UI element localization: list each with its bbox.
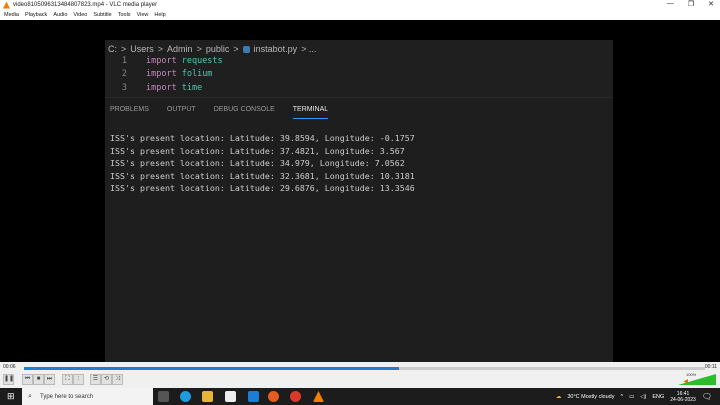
total-time: 00:11 [704, 364, 717, 370]
windows-start-icon[interactable]: ⊞ [7, 391, 15, 402]
volume-slider[interactable]: 100% [678, 372, 716, 385]
pause-button[interactable]: ❚❚ [3, 374, 14, 385]
line-number: 2 [121, 69, 127, 80]
tab-problems[interactable]: PROBLEMS [110, 106, 149, 124]
code-line: 1 import requests [105, 54, 613, 68]
notifications-icon[interactable]: 🗨 [702, 392, 712, 401]
minimize-button[interactable]: — [667, 0, 674, 8]
weather-text[interactable]: 30°C Mostly cloudy [567, 394, 614, 400]
terminal-line: ISS's present location: Latitude: 37.482… [110, 145, 405, 156]
window-title: video8105096313484807823.mp4 - VLC media… [13, 2, 158, 8]
firefox-icon[interactable] [268, 391, 279, 402]
search-placeholder: Type here to search [40, 393, 94, 400]
keyword: import [146, 55, 177, 66]
code-line: 2 import folium [105, 68, 613, 82]
terminal-line: ISS's present location: Latitude: 29.687… [110, 183, 415, 193]
language-indicator[interactable]: ENG [652, 394, 664, 400]
panel-tabs: PROBLEMS OUTPUT DEBUG CONSOLE TERMINAL [105, 98, 613, 124]
shuffle-button[interactable]: ⤨ [112, 374, 123, 385]
elapsed-time: 00:06 [3, 364, 16, 370]
next-button[interactable]: ⏭ [44, 374, 55, 385]
tab-output[interactable]: OUTPUT [167, 106, 196, 124]
crumb-public: public [205, 44, 230, 54]
line-number: 3 [121, 82, 127, 93]
crumb-tail: > ... [301, 44, 317, 54]
volume-tray-icon[interactable]: ◁) [640, 394, 646, 400]
file-explorer-icon[interactable] [202, 391, 213, 402]
video-area[interactable]: C: > Users > Admin > public > instabot.p… [0, 20, 720, 382]
module: folium [181, 69, 213, 80]
terminal-line: ISS's present location: Latitude: 34.979… [110, 158, 405, 168]
menu-playback[interactable]: Playback [25, 12, 47, 18]
crumb-sep: > [121, 44, 127, 54]
menu-tools[interactable]: Tools [118, 12, 131, 18]
crumb-sep: > [233, 44, 239, 54]
code-line: 3 import time [105, 81, 613, 95]
seek-fill [24, 367, 399, 370]
maximize-button[interactable]: ❐ [688, 0, 694, 8]
edge-icon[interactable] [180, 391, 191, 402]
crumb-admin: Admin [167, 44, 193, 54]
taskbar-search[interactable]: ⌕ Type here to search [22, 388, 153, 405]
search-icon: ⌕ [28, 392, 32, 400]
crumb-file: instabot.py [253, 44, 298, 54]
menu-audio[interactable]: Audio [53, 12, 67, 18]
loop-button[interactable]: ⟲ [101, 374, 112, 385]
tray-chevron-icon[interactable]: ^ [620, 394, 623, 400]
taskbar: ⊞ ⌕ Type here to search ☁ 30°C Mostly clo… [0, 388, 720, 405]
vlc-taskbar-icon[interactable] [313, 391, 324, 402]
mail-icon[interactable] [248, 391, 259, 402]
terminal-line: ISS's present location: Latitude: 39.859… [110, 133, 415, 143]
stop-button[interactable]: ■ [33, 374, 44, 385]
editor: C: > Users > Admin > public > instabot.p… [105, 40, 613, 98]
crumb-sep: > [196, 44, 202, 54]
tab-terminal[interactable]: TERMINAL [292, 106, 329, 119]
previous-button[interactable]: ⏮ [22, 374, 33, 385]
playlist-button[interactable]: ☰ [90, 374, 101, 385]
fullscreen-button[interactable]: ⛶ [62, 374, 73, 385]
close-button[interactable]: ✕ [708, 0, 714, 8]
menu-video[interactable]: Video [73, 12, 87, 18]
module: requests [181, 55, 223, 66]
network-icon[interactable]: ▭ [629, 394, 634, 400]
menu-help[interactable]: Help [154, 12, 165, 18]
seek-bar[interactable] [24, 367, 705, 370]
player-controls: 00:06 00:11 ❚❚ ⏮ ■ ⏭ ⛶ ⫶ ☰ ⟲ ⤨ ◀ 100% [0, 362, 720, 388]
store-icon[interactable] [225, 391, 236, 402]
title-bar: video8105096313484807823.mp4 - VLC media… [0, 0, 720, 10]
extended-settings-button[interactable]: ⫶ [73, 374, 84, 385]
crumb-users: Users [130, 44, 154, 54]
menu-view[interactable]: View [137, 12, 149, 18]
keyword: import [146, 69, 177, 80]
vscode-frame: C: > Users > Admin > public > instabot.p… [105, 40, 613, 382]
chrome-icon[interactable] [290, 391, 301, 402]
clock-date: 24-06-2023 [670, 396, 696, 403]
volume-label: 100% [686, 372, 697, 377]
line-number: 1 [121, 55, 127, 66]
breadcrumb: C: > Users > Admin > public > instabot.p… [105, 40, 613, 54]
clock[interactable]: 16:41 24-06-2023 [670, 391, 696, 403]
tab-debug-console[interactable]: DEBUG CONSOLE [214, 106, 275, 124]
terminal-line: ISS's present location: Latitude: 32.368… [110, 170, 415, 181]
menu-bar: Media Playback Audio Video Subtitle Tool… [0, 10, 720, 20]
terminal-output: ISS's present location: Latitude: 39.859… [105, 124, 613, 195]
module: time [181, 82, 203, 93]
task-view-icon[interactable] [158, 391, 169, 402]
menu-subtitle[interactable]: Subtitle [93, 12, 111, 18]
python-icon [242, 45, 250, 53]
volume-fill [678, 374, 716, 385]
crumb-drive: C: [108, 44, 117, 54]
keyword: import [146, 82, 177, 93]
crumb-sep: > [157, 44, 164, 54]
weather-icon: ☁ [555, 393, 562, 400]
system-tray: ☁ 30°C Mostly cloudy ^ ▭ ◁) ENG 16:41 24-… [556, 388, 720, 405]
vlc-logo-icon [3, 1, 10, 9]
menu-media[interactable]: Media [4, 12, 19, 18]
